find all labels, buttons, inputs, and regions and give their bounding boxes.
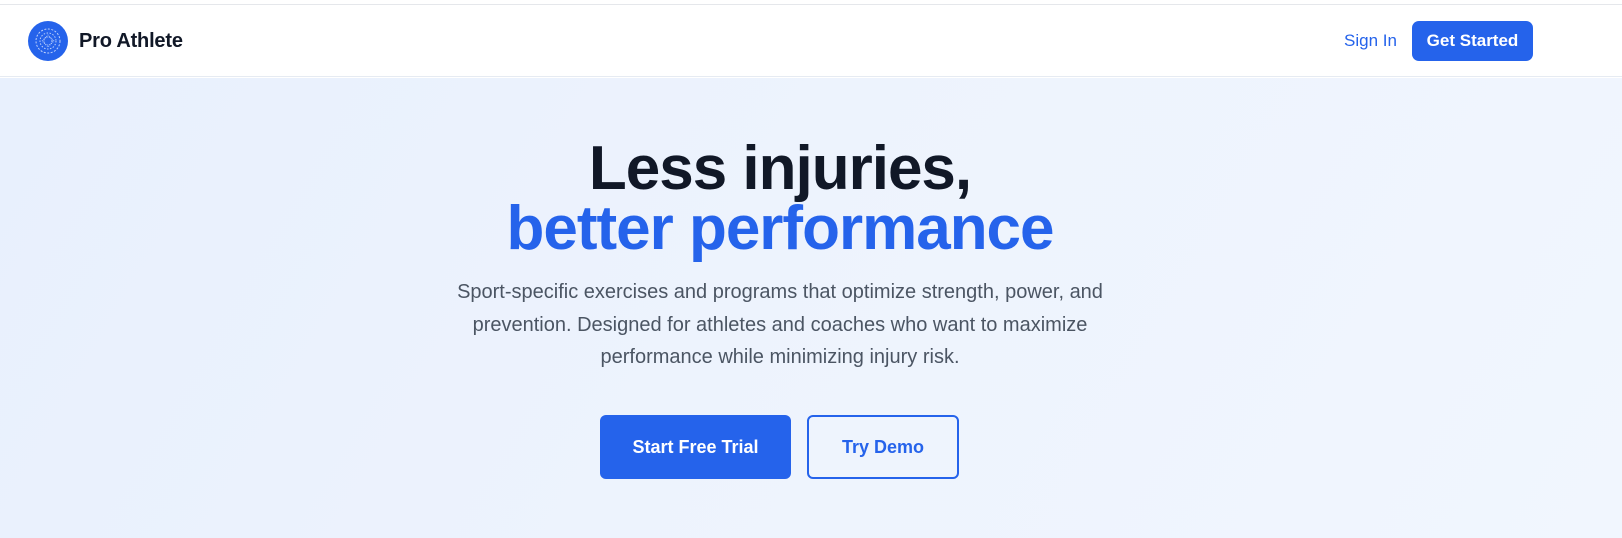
athlete-emblem-icon[interactable] [28,21,68,61]
sign-in-link[interactable]: Sign In [1344,31,1397,51]
get-started-button[interactable]: Get Started [1412,21,1533,61]
hero-headline-line2: better performance [506,194,1054,263]
brand-name[interactable]: Pro Athlete [79,30,183,53]
navbar: Pro Athlete Sign In Get Started [0,5,1622,77]
hero-section: Less injuries, better performance Sport-… [0,78,1622,538]
hero-subtitle: Sport-specific exercises and programs th… [457,281,1103,368]
start-free-trial-button[interactable]: Start Free Trial [600,415,791,479]
landing-page: Pro Athlete Sign In Get Started Less inj… [0,0,1622,538]
hero-headline-line1: Less injuries, [588,134,972,203]
try-demo-button[interactable]: Try Demo [807,415,959,479]
